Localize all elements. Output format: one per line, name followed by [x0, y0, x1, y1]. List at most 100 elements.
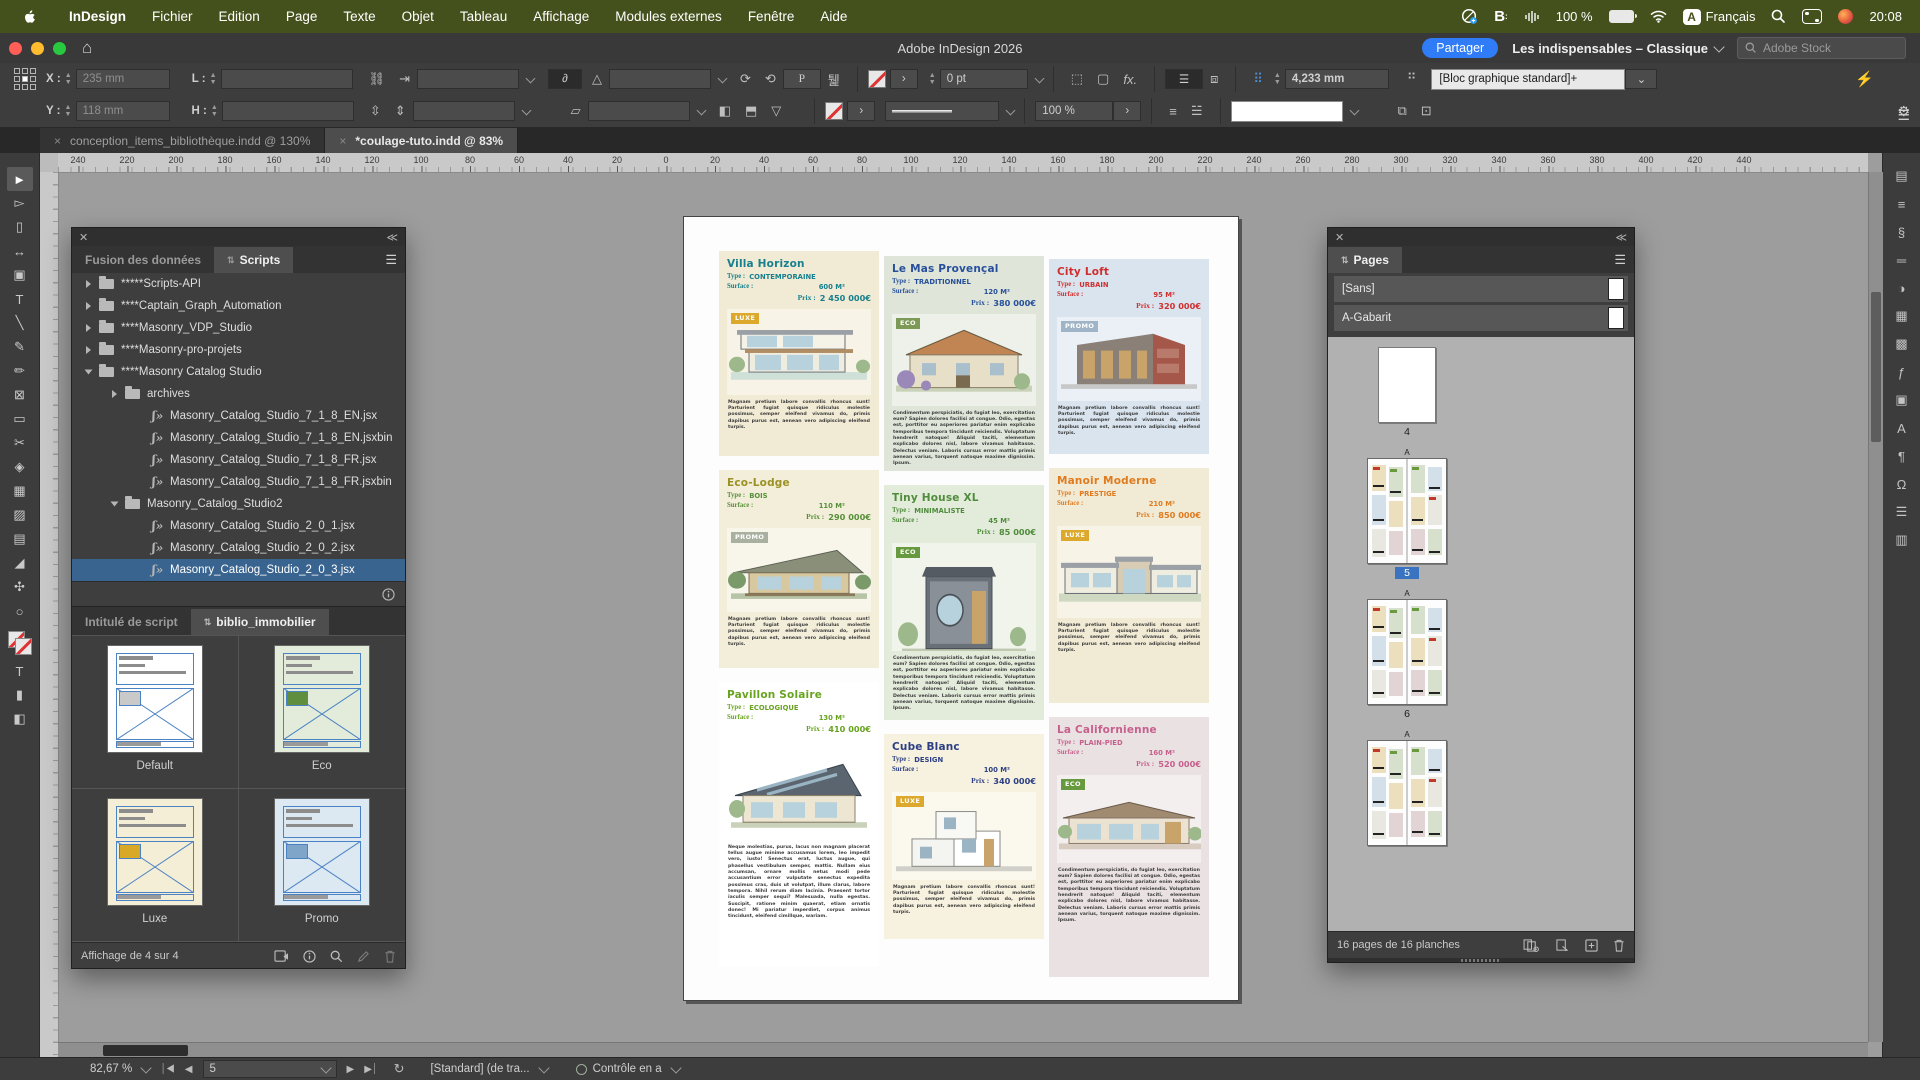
document-tab-inactive[interactable]: × conception_items_bibliothèque.indd @ 1… [40, 128, 325, 153]
ruler-corner[interactable] [40, 153, 59, 173]
story-panel-icon[interactable]: ☰ [1888, 499, 1916, 525]
script-tree-item[interactable]: ʃ»Masonry_Catalog_Studio_7_1_8_EN.jsx [72, 405, 405, 427]
type-tool-icon[interactable]: T [7, 287, 33, 311]
close-panel-icon[interactable]: ✕ [1335, 231, 1344, 244]
gradient-tool-icon[interactable]: ▦ [7, 479, 33, 503]
offset-field[interactable]: 4,233 mm [1285, 69, 1389, 89]
glyphs-panel-icon[interactable]: Ω [1888, 471, 1916, 497]
spread-thumb-partial[interactable]: A [1352, 730, 1462, 846]
flip-vertical-icon[interactable]: ⇳ [370, 103, 381, 119]
collapse-panel-icon[interactable]: ≪ [386, 231, 398, 244]
scale-y-icon[interactable]: ⇕ [395, 103, 406, 119]
script-tree-item[interactable]: *****Scripts-API [72, 273, 405, 295]
tab-biblio-immobilier[interactable]: ⇅biblio_immobilier [191, 609, 329, 635]
stroke-flyout[interactable]: › [890, 69, 918, 89]
horizontal-scrollbar-thumb[interactable] [103, 1045, 188, 1056]
expand-icon[interactable] [86, 280, 91, 288]
quick-actions-icon[interactable]: ⚡ [1855, 70, 1874, 88]
expand-icon[interactable] [86, 324, 91, 332]
share-button[interactable]: Partager [1422, 38, 1498, 58]
scissors-tool-icon[interactable]: ✂ [7, 431, 33, 455]
object-style-dropdown[interactable]: [Bloc graphique standard]+ [1431, 69, 1625, 90]
scale-x-field[interactable] [417, 69, 519, 89]
property-card-tiny-house-xl[interactable]: Tiny House XLType :MINIMALISTESurface :4… [884, 485, 1044, 720]
reference-point-proxy[interactable] [14, 68, 36, 90]
document-page[interactable]: Villa HorizonType :CONTEMPORAINESurface … [683, 216, 1239, 1001]
rectangle-frame-tool-icon[interactable]: ⊠ [7, 383, 33, 407]
input-source-menu[interactable]: AFrançais [1683, 9, 1756, 25]
pen-tool-icon[interactable]: ✎ [7, 335, 33, 359]
delete-icon[interactable] [384, 950, 396, 963]
menu-item-aide[interactable]: Aide [807, 0, 860, 33]
stroke-weight-field[interactable]: 0 pt [940, 69, 1028, 89]
script-tree-item[interactable]: ****Masonry Catalog Studio [72, 361, 405, 383]
menu-item-texte[interactable]: Texte [330, 0, 388, 33]
spread-thumb-5[interactable]: A 5 [1352, 448, 1462, 579]
adobe-stock-search[interactable]: Adobe Stock [1737, 37, 1906, 59]
property-card-manoir-moderne[interactable]: Manoir ModerneType :PRESTIGESurface :210… [1049, 468, 1209, 703]
align-top-icon[interactable]: ≡ [1169, 104, 1177, 119]
menu-item-edition[interactable]: Edition [206, 0, 273, 33]
stroke-swatch[interactable] [15, 638, 32, 655]
page-tool-icon[interactable]: ▯ [7, 215, 33, 239]
script-tree-item[interactable]: ʃ»Masonry_Catalog_Studio_7_1_8_FR.jsxbin [72, 471, 405, 493]
menu-item-indesign[interactable]: InDesign [56, 0, 139, 33]
audio-waveform-icon[interactable] [1524, 9, 1540, 25]
menu-item-affichage[interactable]: Affichage [520, 0, 602, 33]
first-page-button[interactable]: ⏐◀ [160, 1064, 175, 1075]
links-panel-icon[interactable]: § [1888, 219, 1916, 245]
property-card-villa-horizon[interactable]: Villa HorizonType :CONTEMPORAINESurface … [719, 251, 879, 456]
close-panel-icon[interactable]: ✕ [79, 231, 88, 244]
script-tree-item[interactable]: ʃ»Masonry_Catalog_Studio_2_0_3.jsx [72, 559, 405, 581]
y-field[interactable]: 118 mm [76, 101, 170, 121]
page-thumbnail[interactable] [1378, 347, 1436, 423]
wifi-icon[interactable] [1650, 9, 1667, 25]
pages-panel-icon[interactable]: ▤ [1888, 163, 1916, 189]
collapse-icon[interactable] [85, 370, 93, 375]
constrain-proportions-icon[interactable]: ⛓ [369, 71, 386, 87]
flip-v-icon[interactable]: ⬒ [745, 103, 757, 119]
panel-menu-icon[interactable]: ☰ [1614, 252, 1626, 268]
preflight-profile[interactable]: [Standard] (de tra... [430, 1063, 529, 1075]
stroke-type-dropdown[interactable] [885, 101, 999, 121]
note-tool-icon[interactable]: ▤ [7, 527, 33, 551]
line-tool-icon[interactable]: ╲ [7, 311, 33, 335]
edit-script-icon[interactable] [357, 950, 370, 963]
clear-transform-icon[interactable]: ▽ [771, 103, 781, 119]
free-transform-tool-icon[interactable]: ◈ [7, 455, 33, 479]
panel-menu-icon[interactable]: ☰ [1897, 107, 1910, 124]
info-icon[interactable] [382, 588, 395, 601]
frame-fitting-icon[interactable]: ⊡ [1421, 103, 1432, 119]
wrap-none-icon[interactable]: ☰ [1165, 69, 1203, 89]
run-script-icon[interactable] [274, 950, 289, 963]
last-page-button[interactable]: ▶⏐ [364, 1064, 377, 1075]
link-scale-icon[interactable]: ∂ [548, 69, 582, 89]
script-tree-item[interactable]: ʃ»Masonry_Catalog_Studio_7_1_8_EN.jsxbin [72, 427, 405, 449]
corner-options-icon[interactable]: ⬚ [1071, 71, 1083, 87]
vertical-ruler[interactable] [40, 172, 59, 1057]
cc-libraries-panel-icon[interactable]: ▥ [1888, 527, 1916, 553]
wrap-around-icon[interactable]: ⧈ [1210, 71, 1218, 87]
menu-item-fichier[interactable]: Fichier [139, 0, 206, 33]
rotate-ccw-icon[interactable]: ⟲ [765, 71, 776, 87]
script-preview-default[interactable]: Default [72, 636, 239, 789]
shear-field[interactable] [588, 101, 690, 121]
workspace-switcher[interactable]: Les indispensables – Classique [1512, 41, 1723, 56]
paragraph-panel-icon[interactable]: ¶ [1888, 443, 1916, 469]
opacity-flyout[interactable]: › [1113, 101, 1141, 121]
effects-panel-icon[interactable]: ƒ [1888, 359, 1916, 385]
panel-menu-icon[interactable]: ☰ [385, 252, 397, 268]
shear-icon[interactable]: ▱ [571, 103, 581, 119]
scale-y-field[interactable] [413, 101, 515, 121]
next-page-button[interactable]: ▶ [347, 1064, 355, 1075]
page-thumb-4[interactable]: 4 [1352, 347, 1462, 438]
preview-thumbnail[interactable] [275, 646, 369, 752]
page-size-icon[interactable] [1523, 939, 1540, 952]
gradient-panel-icon[interactable]: ▩ [1888, 331, 1916, 357]
document-tab-active[interactable]: × *coulage-tuto.indd @ 83% [325, 128, 518, 153]
tab-fusion-des-donnees[interactable]: Fusion des données [72, 247, 214, 273]
menu-item-fenêtre[interactable]: Fenêtre [735, 0, 808, 33]
spread-thumbnail[interactable] [1367, 599, 1447, 705]
menu-item-tableau[interactable]: Tableau [447, 0, 520, 33]
script-tree-item[interactable]: Masonry_Catalog_Studio2 [72, 493, 405, 515]
